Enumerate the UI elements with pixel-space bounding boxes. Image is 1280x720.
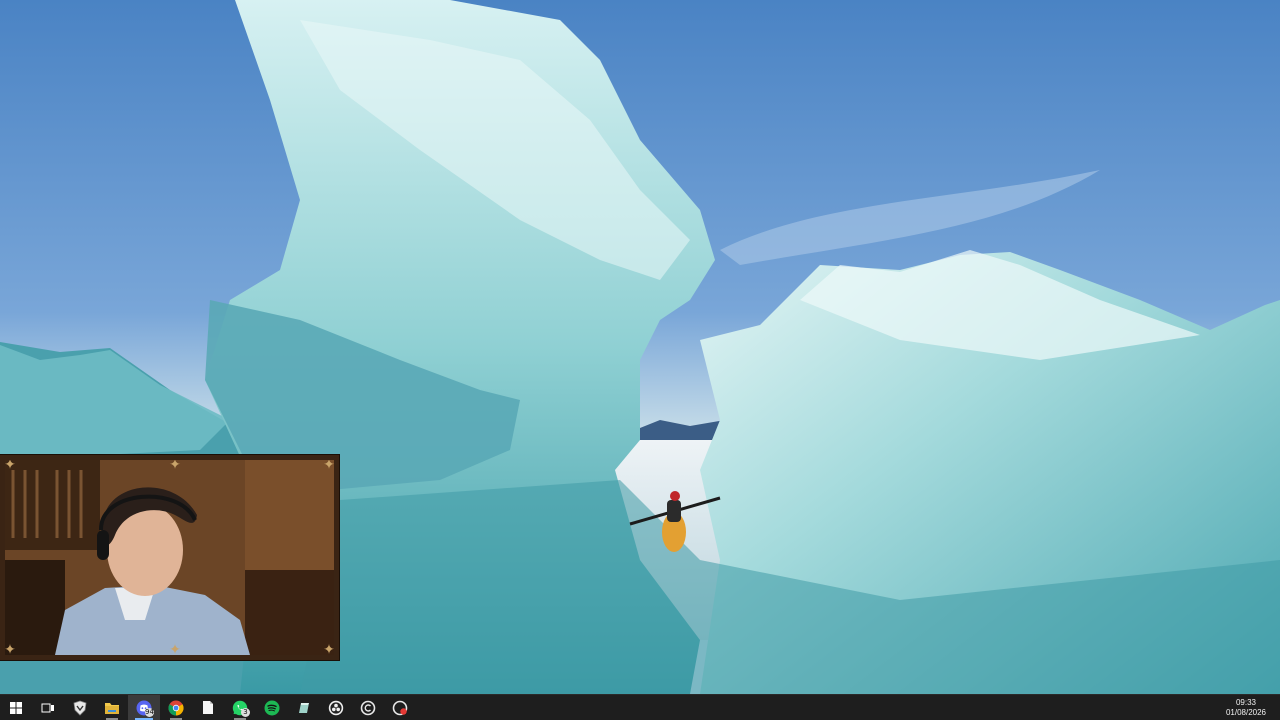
- webcam-feed: [5, 460, 334, 655]
- task-view-icon: [41, 703, 54, 712]
- editor-button[interactable]: [288, 695, 320, 720]
- discord-button[interactable]: 94: [128, 695, 160, 720]
- taskbar: 94 3 09:33 01/08/2026: [0, 694, 1280, 720]
- frame-ornament-icon: ✦: [323, 642, 335, 658]
- whatsapp-button[interactable]: 3: [224, 695, 256, 720]
- record-app-button[interactable]: [384, 695, 416, 720]
- chrome-button[interactable]: [160, 695, 192, 720]
- clock-app-button[interactable]: [352, 695, 384, 720]
- editor-app-icon: [299, 702, 309, 713]
- frame-ornament-icon: ✦: [323, 457, 335, 473]
- spotify-icon: [264, 700, 280, 715]
- record-app-icon: [392, 700, 408, 715]
- system-clock[interactable]: 09:33 01/08/2026: [1218, 695, 1280, 720]
- folder-icon: [105, 702, 119, 714]
- circle-app-icon: [360, 700, 376, 715]
- clock-date: 01/08/2026: [1225, 707, 1267, 717]
- windows-logo-icon: [10, 701, 22, 714]
- document-icon: [203, 701, 213, 714]
- obs-icon: [328, 700, 344, 715]
- start-button[interactable]: [0, 695, 32, 720]
- frame-ornament-icon: ✦: [4, 457, 16, 473]
- whatsapp-badge: 3: [241, 708, 250, 717]
- file-explorer-button[interactable]: [96, 695, 128, 720]
- frame-ornament-icon: ✦: [4, 642, 16, 658]
- webcam-overlay: ✦ ✦ ✦ ✦ ✦ ✦: [0, 454, 340, 661]
- chrome-icon: [168, 700, 184, 716]
- shield-app-icon: [73, 700, 87, 716]
- clock-time: 09:33: [1235, 697, 1257, 707]
- app-shield-button[interactable]: [64, 695, 96, 720]
- frame-ornament-icon: ✦: [169, 642, 181, 658]
- obs-button[interactable]: [320, 695, 352, 720]
- task-view-button[interactable]: [32, 695, 64, 720]
- spotify-button[interactable]: [256, 695, 288, 720]
- notepad-button[interactable]: [192, 695, 224, 720]
- frame-ornament-icon: ✦: [169, 457, 181, 473]
- desktop[interactable]: ✦ ✦ ✦ ✦ ✦ ✦: [0, 0, 1280, 694]
- discord-badge: 94: [145, 708, 154, 717]
